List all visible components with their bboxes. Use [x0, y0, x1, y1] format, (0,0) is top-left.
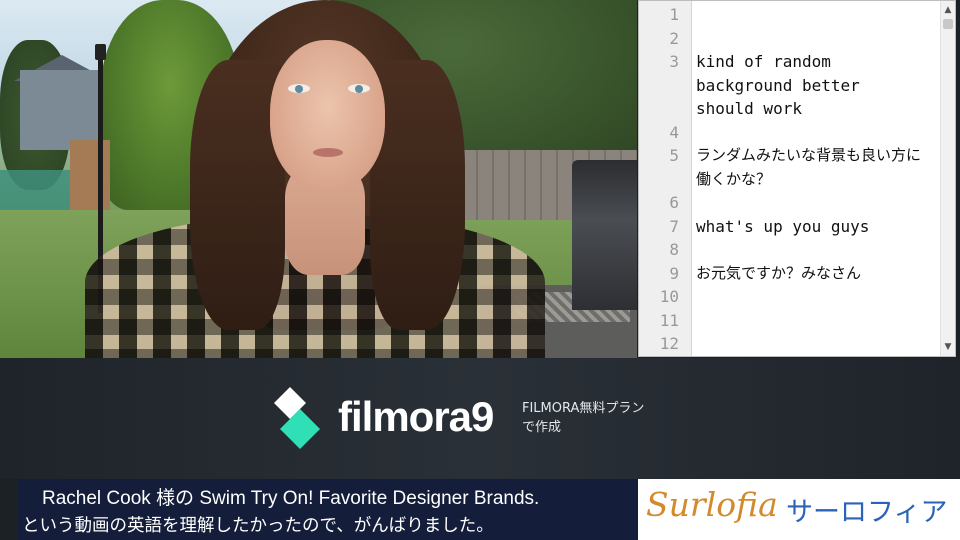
line-text: what's up you guys [696, 216, 870, 236]
line-number: 4 [669, 122, 679, 142]
filmora-logo-icon [274, 387, 320, 449]
line-number: 5 [669, 146, 679, 165]
line-number: 1 [669, 5, 679, 24]
scroll-thumb[interactable] [943, 19, 953, 29]
line-number: 9 [669, 263, 679, 283]
lips [313, 148, 343, 157]
line-text: お元気ですか？みなさん [696, 263, 862, 282]
sponsor-logo: Surlofia サーロフィア [638, 479, 960, 540]
line-text: 働くかな？ [696, 169, 772, 188]
caption-line-1: Rachel Cook 様の Swim Try On! Favorite Des… [42, 488, 540, 509]
line-number: 7 [669, 216, 679, 236]
plan-line-1: FILMORA無料プラン [522, 401, 645, 416]
filmora-plan-text: FILMORA無料プラン で作成 [522, 399, 644, 437]
filmora-brand: filmora9 [338, 393, 494, 440]
face [270, 40, 385, 190]
vertical-scrollbar[interactable]: ▲ ▼ [940, 1, 955, 356]
sponsor-kana-text: サーロフィア [786, 497, 948, 528]
person [85, 0, 545, 358]
subtitle-caption: Rachel Cook 様の Swim Try On! Favorite Des… [18, 479, 638, 540]
wooden-fence-left [70, 140, 110, 210]
pool-cover [0, 170, 75, 210]
sponsor-script-logo: Surlofia [646, 485, 778, 524]
line-text: kind of random [696, 52, 831, 71]
left-eye [288, 84, 310, 93]
line-text: ランダムみたいな背景も良い方に [696, 146, 922, 164]
caption-line-2: という動画の英語を理解したかったので、がんばりました。 [22, 516, 494, 536]
line-number: 6 [669, 193, 679, 212]
line-number: 8 [669, 240, 679, 259]
scroll-up-arrow-icon[interactable]: ▲ [941, 3, 955, 17]
scroll-down-arrow-icon[interactable]: ▼ [941, 340, 955, 354]
line-number: 3 [669, 52, 679, 71]
bbq-grill [572, 160, 637, 310]
plan-line-2: で作成 [522, 420, 562, 435]
video-frame [0, 0, 637, 358]
right-eye [348, 84, 370, 93]
line-number: 11 [659, 310, 679, 330]
house [20, 70, 100, 150]
line-number: 2 [669, 28, 679, 48]
line-text: background better [696, 75, 860, 95]
line-text: should work [696, 99, 802, 118]
line-number: 12 [659, 334, 679, 353]
line-number: 10 [659, 287, 679, 306]
text-editor[interactable]: 1 2 3 kind of random background better should… [638, 0, 956, 357]
